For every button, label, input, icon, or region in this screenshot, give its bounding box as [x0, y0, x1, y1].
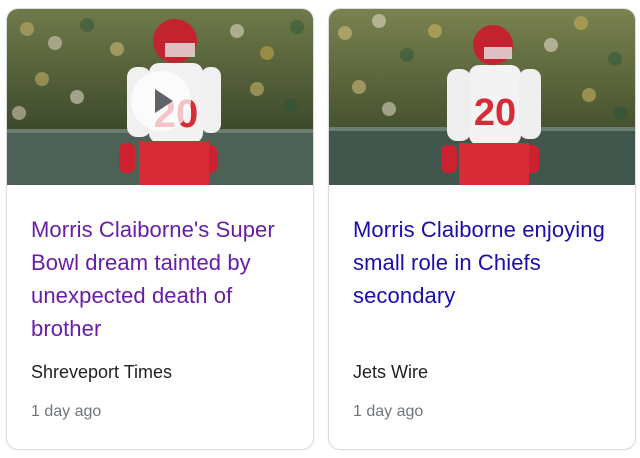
- article-title[interactable]: Morris Claiborne enjoying small role in …: [353, 213, 613, 312]
- article-timestamp: 1 day ago: [31, 403, 102, 420]
- svg-text:20: 20: [474, 92, 516, 134]
- play-video-icon[interactable]: [131, 71, 191, 131]
- player-photo: 20: [329, 9, 635, 185]
- news-carousel: 20 Morris Claiborne's Super Bowl dream t…: [0, 0, 640, 458]
- news-card[interactable]: 20 Morris Claiborne enjoying small role …: [328, 8, 636, 450]
- article-title[interactable]: Morris Claiborne's Super Bowl dream tain…: [31, 213, 291, 345]
- article-timestamp: 1 day ago: [353, 403, 424, 420]
- article-thumbnail[interactable]: 20: [329, 9, 635, 185]
- article-source: Jets Wire: [353, 362, 429, 382]
- news-card[interactable]: 20 Morris Claiborne's Super Bowl dream t…: [6, 8, 314, 450]
- article-source: Shreveport Times: [31, 362, 173, 382]
- article-thumbnail[interactable]: 20: [7, 9, 313, 185]
